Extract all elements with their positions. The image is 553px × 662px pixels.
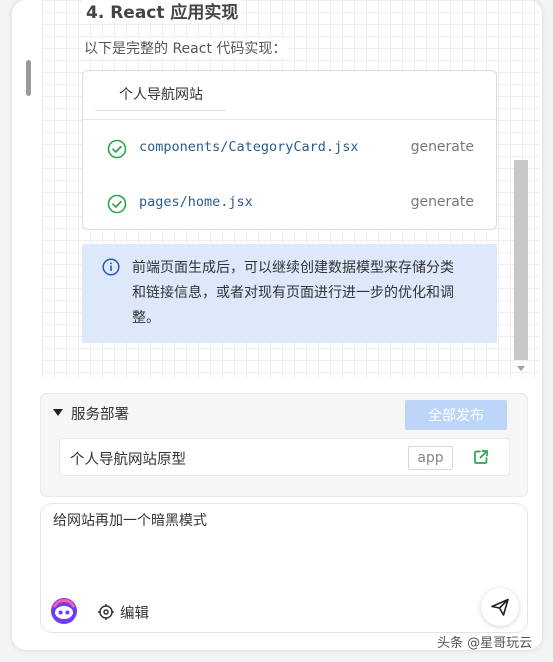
check-circle-icon xyxy=(107,194,127,214)
file-name[interactable]: components/CategoryCard.jsx xyxy=(139,139,358,155)
publish-all-button[interactable]: 全部发布 xyxy=(405,400,507,430)
file-row[interactable]: pages/home.jsx generate xyxy=(83,192,496,216)
info-callout: 前端页面生成后，可以继续创建数据模型来存储分类和链接信息，或者对现有页面进行进一… xyxy=(82,244,497,343)
section-heading: 4. React 应用实现 xyxy=(82,0,243,23)
chat-input-box: 给网站再加一个暗黑模式 编辑 xyxy=(40,503,528,633)
app-tag: app xyxy=(408,446,453,470)
open-external-icon[interactable] xyxy=(473,449,489,465)
send-icon xyxy=(491,598,509,616)
file-status: generate xyxy=(410,194,474,210)
assistant-avatar-icon xyxy=(51,598,77,624)
chat-input-field[interactable]: 给网站再加一个暗黑模式 xyxy=(53,510,513,532)
info-text: 前端页面生成后，可以继续创建数据模型来存储分类和链接信息，或者对现有页面进行进一… xyxy=(132,260,454,326)
edit-button[interactable]: 编辑 xyxy=(97,601,149,623)
intro-text: 以下是完整的 React 代码实现： xyxy=(82,38,289,58)
deploy-panel: 服务部署 全部发布 个人导航网站原型 app xyxy=(40,393,528,497)
target-icon xyxy=(98,604,114,620)
left-scrollbar[interactable] xyxy=(26,60,31,96)
edit-label: 编辑 xyxy=(120,605,149,622)
check-circle-icon xyxy=(107,139,127,159)
file-name[interactable]: pages/home.jsx xyxy=(139,194,253,210)
generated-files-card: 个人导航网站 components/CategoryCard.jsx gener… xyxy=(82,70,497,230)
scroll-down-arrow-icon[interactable] xyxy=(517,366,525,371)
caret-down-icon[interactable] xyxy=(53,409,63,416)
deploy-item: 个人导航网站原型 app xyxy=(59,438,510,476)
divider xyxy=(83,119,496,120)
files-card-title: 个人导航网站 xyxy=(95,79,227,111)
send-button[interactable] xyxy=(481,588,519,626)
right-scrollbar[interactable] xyxy=(514,160,528,360)
deploy-item-name: 个人导航网站原型 xyxy=(70,452,186,468)
watermark: 头条 @星哥玩云 xyxy=(437,636,533,651)
info-icon xyxy=(102,258,120,276)
file-row[interactable]: components/CategoryCard.jsx generate xyxy=(83,137,496,161)
deploy-title[interactable]: 服务部署 xyxy=(71,403,129,424)
file-status: generate xyxy=(410,139,474,155)
